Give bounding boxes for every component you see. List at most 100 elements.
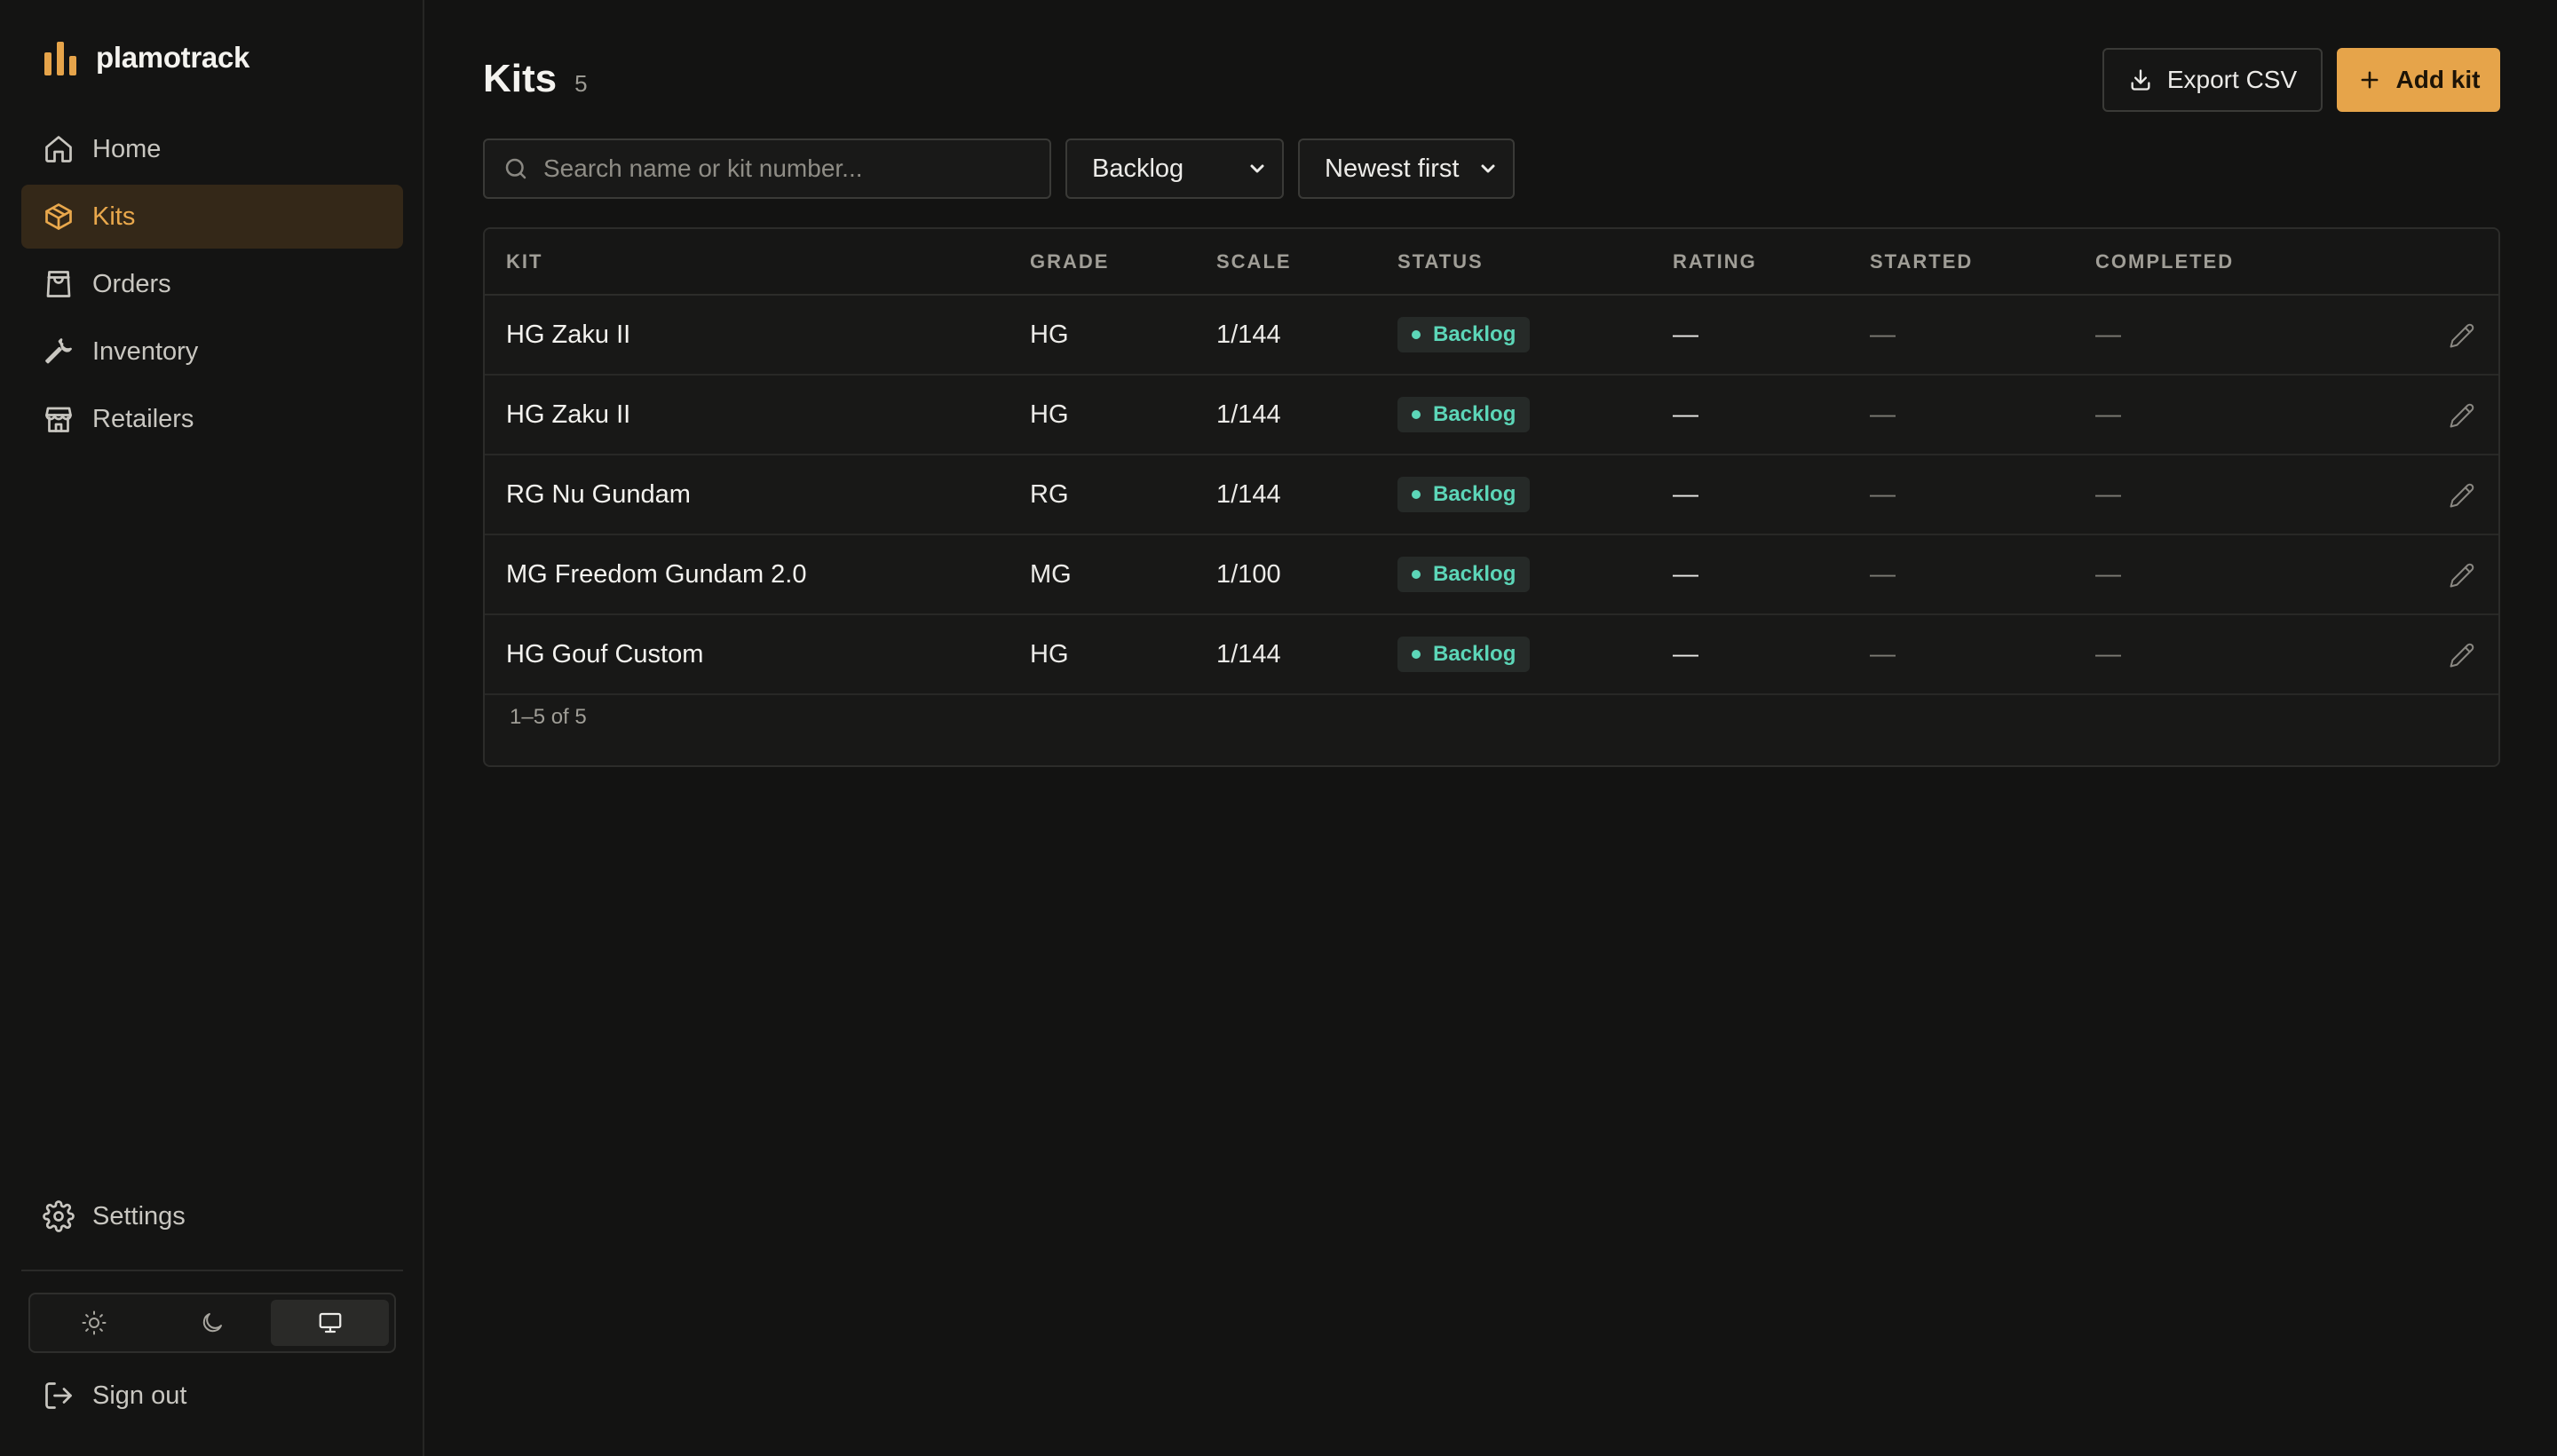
sidebar-item-settings[interactable]: Settings [21,1184,403,1248]
theme-light-button[interactable] [36,1300,154,1346]
sidebar-item-orders[interactable]: Orders [21,252,403,316]
column-header-started[interactable]: STARTED [1870,229,2095,296]
sidebar-divider [21,1270,403,1271]
status-dot [1412,410,1421,419]
kit-completed: — [2095,639,2121,669]
chevron-down-icon [1481,164,1495,173]
kit-rating: — [1673,320,1698,349]
kit-grade: HG [1030,400,1069,429]
theme-system-button[interactable] [271,1300,390,1346]
kit-rating: — [1673,400,1698,429]
sort-select[interactable]: Newest first [1298,138,1515,199]
status-badge-label: Backlog [1433,562,1516,586]
pencil-icon[interactable] [2449,562,2475,589]
pencil-icon[interactable] [2449,482,2475,509]
export-csv-button[interactable]: Export CSV [2102,48,2323,112]
theme-switcher [28,1293,396,1353]
kit-grade: HG [1030,639,1069,669]
column-header-actions [2397,229,2498,296]
kit-started: — [1870,400,1896,429]
kit-scale: 1/144 [1216,400,1281,429]
kit-completed: — [2095,320,2121,349]
table-row[interactable]: HG Zaku II HG 1/144 Backlog — — — [485,375,2498,455]
wrench-icon [45,338,72,364]
kit-name[interactable]: RG Nu Gundam [485,455,1030,534]
table-row[interactable]: HG Zaku II HG 1/144 Backlog — — — [485,295,2498,375]
sign-out-button[interactable]: Sign out [21,1364,403,1428]
sidebar-item-label: Home [92,134,162,163]
kit-grade: HG [1030,320,1069,349]
sidebar-item-label: Retailers [92,404,194,433]
column-header-completed[interactable]: COMPLETED [2095,229,2397,296]
kit-name[interactable]: MG Freedom Gundam 2.0 [485,534,1030,614]
column-header-kit[interactable]: KIT [485,229,1030,296]
pencil-icon[interactable] [2449,402,2475,429]
status-dot [1412,570,1421,579]
status-badge: Backlog [1397,637,1531,672]
status-badge: Backlog [1397,557,1531,592]
sidebar-bottom: Settings [21,1184,403,1252]
sidebar: plamotrack Home Kits Orders Inventory Re… [0,0,424,1456]
sidebar-item-home[interactable]: Home [21,117,403,181]
export-csv-label: Export CSV [2166,66,2298,93]
gear-icon [43,1200,75,1232]
search-input[interactable] [543,154,1041,183]
sidebar-item-inventory[interactable]: Inventory [21,320,403,384]
status-badge: Backlog [1397,477,1531,512]
shopping-bag-icon [46,271,71,297]
sidebar-item-retailers[interactable]: Retailers [21,387,403,451]
kit-rating: — [1673,639,1698,669]
kit-scale: 1/144 [1216,479,1281,509]
status-filter-value: Backlog [1092,154,1184,183]
kit-rating: — [1673,559,1698,589]
moon-icon [202,1313,222,1333]
status-badge-label: Backlog [1433,482,1516,506]
table-row[interactable]: HG Gouf Custom HG 1/144 Backlog — — — [485,614,2498,694]
column-header-rating[interactable]: RATING [1673,229,1870,296]
sidebar-item-label: Settings [92,1201,186,1230]
kit-scale: 1/144 [1216,639,1281,669]
kits-table: KIT GRADE SCALE STATUS RATING STARTED CO… [483,227,2500,767]
status-badge-label: Backlog [1433,402,1516,426]
kit-name[interactable]: HG Gouf Custom [485,614,1030,694]
pagination-summary: 1–5 of 5 [510,705,587,729]
column-header-grade[interactable]: GRADE [1030,229,1216,296]
sidebar-item-kits[interactable]: Kits [21,185,403,249]
sidebar-item-label: Inventory [92,336,199,366]
app-logo[interactable]: plamotrack [43,36,249,80]
kit-name[interactable]: HG Zaku II [485,375,1030,455]
kit-started: — [1870,639,1896,669]
table-row[interactable]: RG Nu Gundam RG 1/144 Backlog — — — [485,455,2498,534]
search-box [483,138,1051,199]
kit-status: Backlog [1397,375,1673,455]
sidebar-item-label: Kits [92,202,136,231]
kit-grade: MG [1030,559,1072,589]
column-header-scale[interactable]: SCALE [1216,229,1397,296]
status-dot [1412,330,1421,339]
sidebar-nav: Home Kits Orders Inventory Retailers [21,117,403,455]
sidebar-signout: Sign out [21,1364,403,1431]
kit-status: Backlog [1397,534,1673,614]
pencil-icon[interactable] [2449,642,2475,669]
status-filter-select[interactable]: Backlog [1065,138,1284,199]
table-row[interactable]: MG Freedom Gundam 2.0 MG 1/100 Backlog —… [485,534,2498,614]
add-kit-label: Add kit [2395,66,2481,93]
sidebar-item-label: Orders [92,269,171,298]
kit-scale: 1/144 [1216,320,1281,349]
chevron-down-icon [1250,164,1264,173]
pencil-icon[interactable] [2449,322,2475,349]
kit-completed: — [2095,479,2121,509]
row-actions [2397,375,2498,455]
kit-name[interactable]: HG Zaku II [485,295,1030,375]
kit-started: — [1870,479,1896,509]
kit-started: — [1870,559,1896,589]
kit-started: — [1870,320,1896,349]
theme-dark-button[interactable] [154,1300,272,1346]
status-badge: Backlog [1397,317,1531,352]
kit-status: Backlog [1397,614,1673,694]
bar-chart-icon [44,42,76,75]
kit-completed: — [2095,559,2121,589]
add-kit-button[interactable]: Add kit [2337,48,2500,112]
column-header-status[interactable]: STATUS [1397,229,1673,296]
monitor-icon [319,1312,342,1333]
